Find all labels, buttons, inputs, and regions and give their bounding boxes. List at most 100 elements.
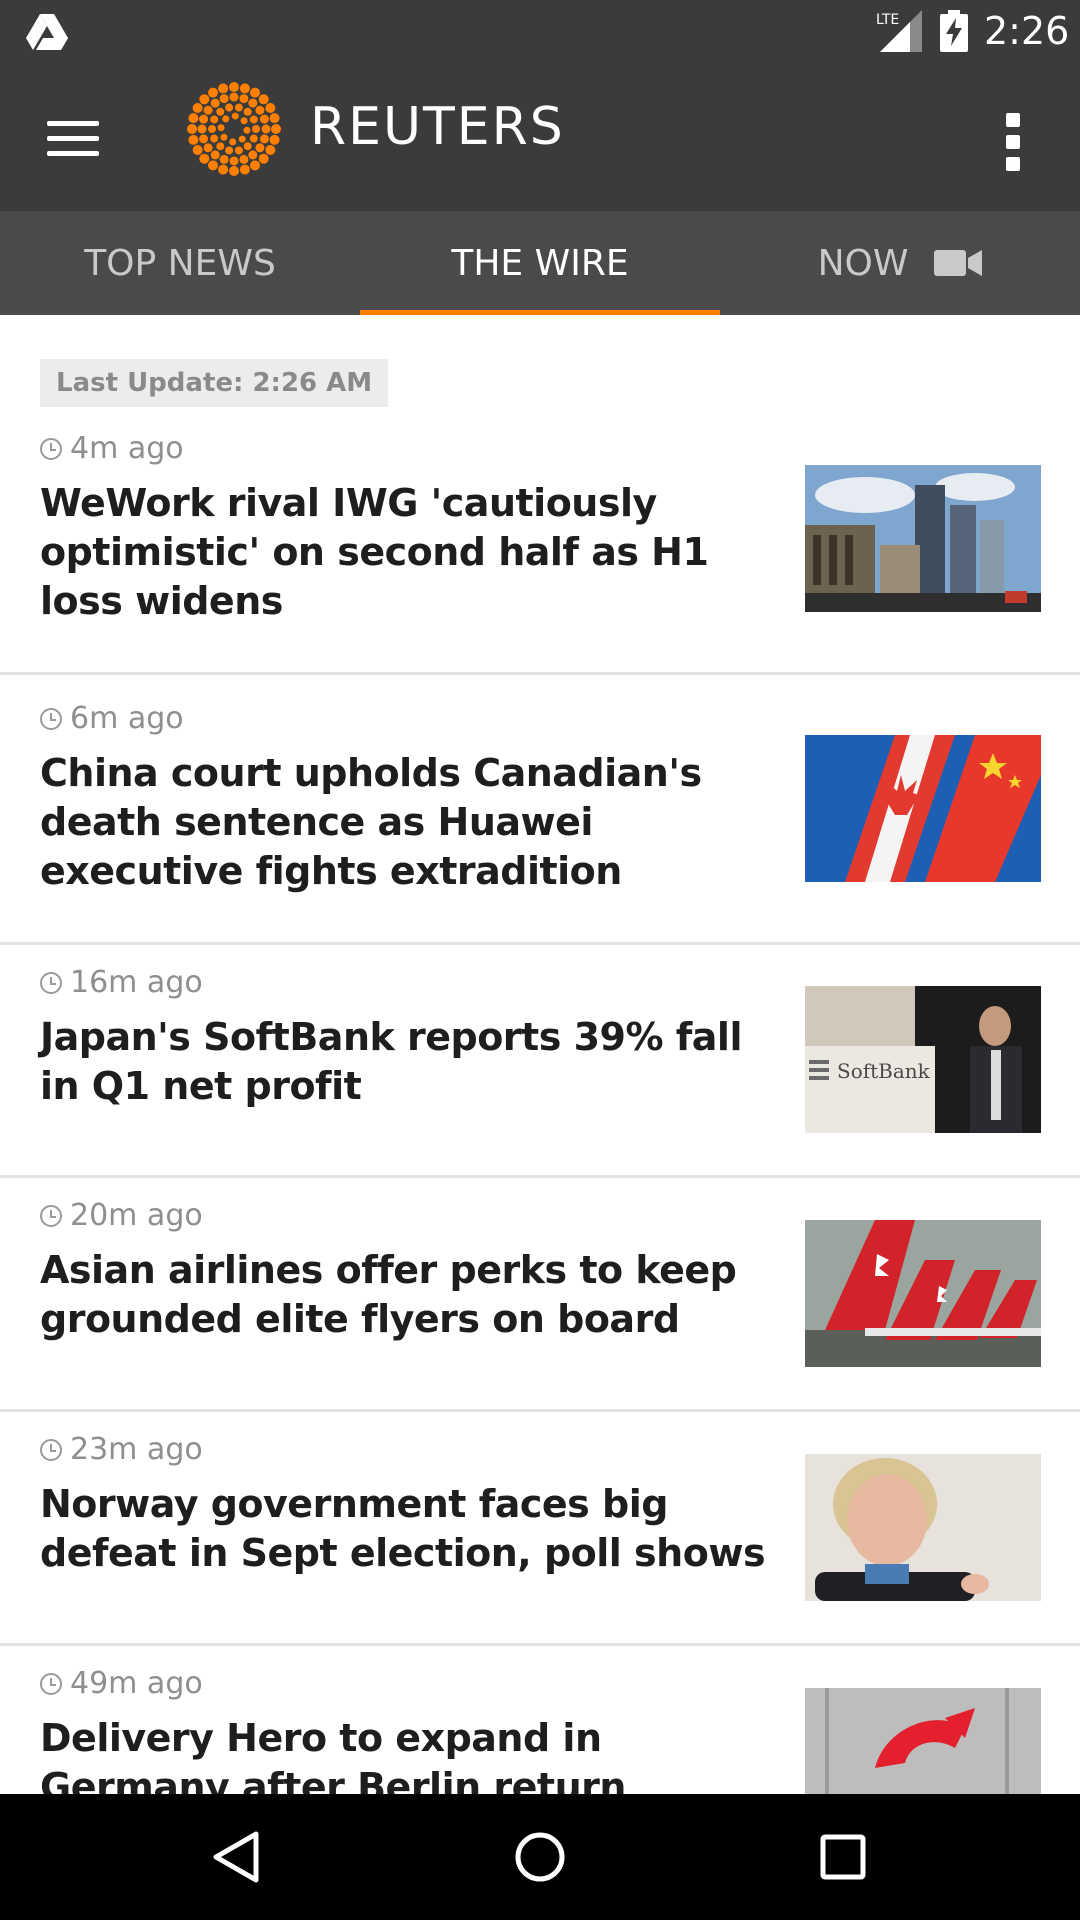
delivery-hero-logo-photo — [805, 1688, 1041, 1794]
logo-dot — [249, 134, 258, 143]
logo-dot — [240, 117, 248, 125]
logo-dot — [252, 125, 260, 133]
clock-icon — [40, 1439, 62, 1461]
overflow-menu-button[interactable] — [990, 107, 1036, 177]
video-camera-icon — [934, 250, 983, 276]
logo-dot — [259, 134, 269, 144]
logo-dot — [192, 103, 203, 113]
logo-dot — [210, 98, 220, 108]
item-timestamp: 23m ago — [40, 1432, 203, 1468]
list-item[interactable]: 20m ago Asian airlines offer perks to ke… — [0, 1178, 1080, 1412]
logo-dot — [203, 143, 213, 153]
clock-icon — [40, 972, 62, 994]
logo-dot — [271, 124, 281, 134]
politician-portrait-photo — [805, 1454, 1041, 1601]
logo-dot — [239, 164, 250, 175]
drive-icon — [26, 14, 68, 50]
logo-dot — [210, 115, 219, 124]
logo-dot — [188, 113, 199, 124]
reuters-logo — [187, 82, 281, 176]
clock-icon — [40, 1205, 62, 1227]
logo-dot — [258, 94, 269, 105]
logo-dot — [239, 83, 250, 94]
logo-dot — [258, 153, 269, 164]
logo-dot — [239, 94, 249, 104]
logo-dot — [217, 124, 225, 132]
logo-dot — [216, 142, 225, 151]
logo-dot — [208, 160, 218, 171]
logo-dot — [192, 145, 203, 155]
item-headline: WeWork rival IWG 'cautiously optimistic'… — [40, 481, 709, 623]
logo-dot — [219, 154, 229, 164]
item-timestamp: 16m ago — [40, 965, 203, 1001]
brand-wordmark: REUTERS — [310, 97, 565, 157]
tab-top-news[interactable]: TOP NEWS — [0, 211, 360, 315]
logo-dot — [199, 153, 210, 164]
logo-dot — [255, 143, 265, 153]
svg-text:LTE: LTE — [876, 12, 899, 28]
tab-the-wire[interactable]: THE WIRE — [360, 211, 720, 315]
softbank-speaker-photo: SoftBank — [805, 986, 1041, 1133]
logo-dot — [199, 114, 209, 124]
menu-button[interactable] — [30, 103, 116, 173]
recents-icon[interactable] — [808, 1824, 878, 1890]
status-clock: 2:26 — [984, 9, 1070, 53]
logo-dot — [269, 113, 280, 124]
item-headline: China court upholds Canadian's death sen… — [40, 751, 702, 893]
canada-china-flags-photo — [805, 735, 1041, 882]
logo-dot — [250, 160, 260, 171]
logo-dot — [220, 133, 228, 141]
logo-dot — [222, 115, 230, 123]
logo-dot — [199, 134, 209, 144]
list-item[interactable]: 6m ago China court upholds Canadian's de… — [0, 675, 1080, 945]
back-icon[interactable] — [202, 1824, 272, 1890]
item-timestamp: 6m ago — [40, 701, 184, 737]
logo-dot — [229, 166, 239, 176]
logo-dot — [249, 115, 258, 124]
news-feed[interactable]: Last Update: 2:26 AM 4m ago WeWork rival… — [0, 315, 1080, 1794]
item-headline: Norway government faces big defeat in Se… — [40, 1482, 766, 1575]
logo-dot — [265, 145, 276, 155]
home-icon[interactable] — [505, 1824, 575, 1890]
list-item[interactable]: 4m ago WeWork rival IWG 'cautiously opti… — [0, 315, 1080, 675]
logo-dot — [210, 134, 219, 143]
logo-dot — [243, 107, 252, 116]
logo-dot — [261, 124, 271, 134]
item-timestamp: 4m ago — [40, 431, 184, 467]
section-tabs: TOP NEWS THE WIRE NOW — [0, 211, 1080, 315]
logo-dot — [210, 150, 220, 160]
logo-dot — [259, 114, 269, 124]
logo-dot — [229, 156, 239, 166]
clock-icon — [40, 1673, 62, 1695]
logo-dot — [216, 107, 225, 116]
list-item[interactable]: 49m ago Delivery Hero to expand in Germa… — [0, 1646, 1080, 1794]
item-headline: Japan's SoftBank reports 39% fall in Q1 … — [40, 1015, 742, 1108]
logo-dot — [218, 164, 229, 175]
logo-dot — [199, 94, 210, 105]
logo-dot — [188, 134, 199, 145]
logo-dot — [229, 82, 239, 92]
logo-dot — [234, 146, 243, 155]
logo-dot — [187, 124, 197, 134]
city-buildings-photo — [805, 465, 1041, 612]
lte-signal-icon: LTE — [876, 10, 922, 52]
logo-dot — [208, 87, 218, 98]
logo-dot — [231, 112, 239, 120]
logo-dot — [248, 150, 258, 160]
logo-dot — [255, 105, 265, 115]
logo-dot — [208, 125, 216, 133]
menu-icon — [47, 120, 99, 126]
logo-dot — [238, 135, 246, 143]
logo-dot — [234, 103, 243, 112]
list-item[interactable]: 16m ago Japan's SoftBank reports 39% fal… — [0, 945, 1080, 1178]
logo-dot — [250, 87, 260, 98]
logo-dot — [225, 103, 234, 112]
logo-dot — [229, 92, 239, 102]
logo-dot — [239, 154, 249, 164]
clock-icon — [40, 708, 62, 730]
tab-now[interactable]: NOW — [720, 211, 1080, 315]
item-headline: Asian airlines offer perks to keep groun… — [40, 1248, 737, 1341]
system-nav-bar — [0, 1794, 1080, 1920]
logo-dot — [219, 94, 229, 104]
list-item[interactable]: 23m ago Norway government faces big defe… — [0, 1412, 1080, 1646]
